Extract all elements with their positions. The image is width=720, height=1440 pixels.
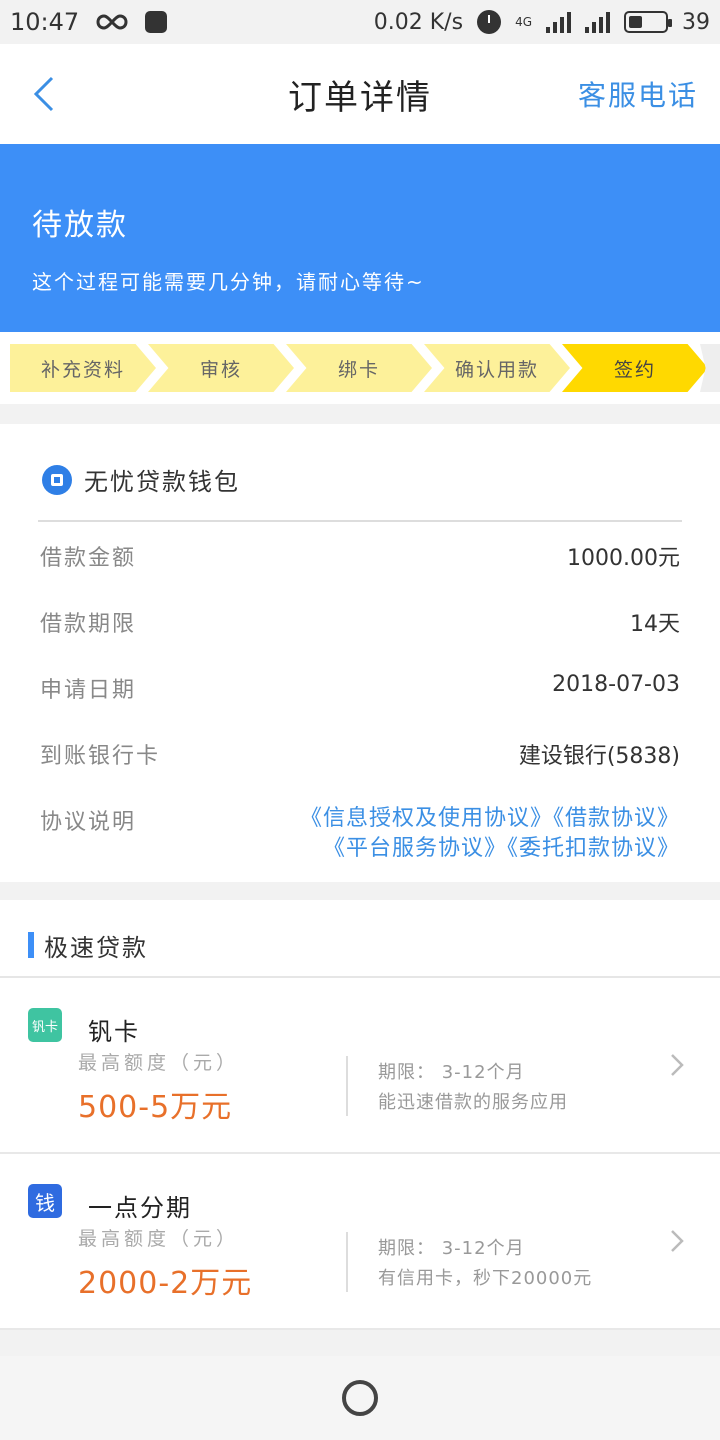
divider <box>0 1328 720 1330</box>
divider <box>346 1056 348 1116</box>
step-bind-card: 绑卡 <box>286 344 432 392</box>
loan-description: 能迅速借款的服务应用 <box>378 1092 568 1113</box>
row-amount: 借款金额 1000.00元 <box>40 540 680 572</box>
loan-amount: 500-5万元 <box>78 1090 233 1125</box>
row-label: 借款金额 <box>40 546 137 571</box>
net-speed: 0.02 K/s <box>373 9 464 35</box>
home-button[interactable] <box>342 1380 378 1416</box>
alarm-icon <box>477 10 502 34</box>
row-label: 到账银行卡 <box>40 744 161 769</box>
step-supplement: 补充资料 <box>10 344 156 392</box>
row-value: 建设银行(5838) <box>518 744 680 769</box>
status-banner: 待放款 这个过程可能需要几分钟，请耐心等待~ <box>0 144 720 332</box>
battery-icon <box>624 11 672 33</box>
row-value: 2018-07-03 <box>552 672 680 697</box>
row-label: 申请日期 <box>40 678 137 703</box>
qq-icon <box>145 11 168 33</box>
row-value: 1000.00元 <box>567 546 680 571</box>
progress-steps: 补充资料 审核 绑卡 确认用款 签约 <box>0 332 720 404</box>
product-name: 无忧贷款钱包 <box>84 468 240 496</box>
loan-term: 期限： 3-12个月 <box>378 1238 525 1259</box>
battery-fill <box>629 16 643 28</box>
agreement-link-platform[interactable]: 《平台服务协议》 <box>323 836 507 861</box>
banner-title: 待放款 <box>32 208 128 243</box>
agreement-link-auth[interactable]: 《信息授权及使用协议》 <box>300 806 553 831</box>
status-time: 10:47 <box>10 8 80 36</box>
section-accent-bar <box>28 932 34 958</box>
battery-percent: 39 <box>682 9 710 35</box>
customer-service-button[interactable]: 客服电话 <box>578 74 698 114</box>
step-sign: 签约 <box>562 344 708 392</box>
loan-name: 一点分期 <box>88 1194 192 1222</box>
system-nav-bar <box>0 1356 720 1440</box>
loan-item-yidian[interactable]: 钱 一点分期 最高额度（元） 2000-2万元 期限： 3-12个月 有信用卡，… <box>0 1154 720 1330</box>
row-label: 借款期限 <box>40 612 137 637</box>
infinity-icon <box>96 14 128 30</box>
step-confirm: 确认用款 <box>424 344 570 392</box>
fast-loan-section: 极速贷款 钒卡 钒卡 最高额度（元） 500-5万元 期限： 3-12个月 能迅… <box>0 900 720 1330</box>
loan-limit-label: 最高额度（元） <box>78 1052 240 1074</box>
agreement-link-loan[interactable]: 《借款协议》 <box>553 806 680 831</box>
nav-bar: 订单详情 客服电话 <box>0 44 720 144</box>
row-term: 借款期限 14天 <box>40 606 680 638</box>
status-bar: 10:47 0.02 K/s 4G 39 <box>0 0 720 44</box>
fanka-app-icon: 钒卡 <box>28 1008 62 1042</box>
loan-amount: 2000-2万元 <box>78 1266 253 1301</box>
banner-subtitle: 这个过程可能需要几分钟，请耐心等待~ <box>32 270 425 294</box>
row-bank-card: 到账银行卡 建设银行(5838) <box>40 738 680 770</box>
agreement-link-debit[interactable]: 《委托扣款协议》 <box>507 836 680 861</box>
row-value: 14天 <box>630 612 680 637</box>
divider <box>346 1232 348 1292</box>
loan-item-fanka[interactable]: 钒卡 钒卡 最高额度（元） 500-5万元 期限： 3-12个月 能迅速借款的服… <box>0 978 720 1154</box>
loan-term: 期限： 3-12个月 <box>378 1062 525 1083</box>
network-type: 4G <box>515 15 532 29</box>
section-header: 极速贷款 <box>0 900 720 978</box>
signal-icon-2 <box>585 11 610 33</box>
row-label: 协议说明 <box>40 810 137 835</box>
chevron-right-icon <box>671 1054 684 1076</box>
chevron-right-icon <box>671 1230 684 1252</box>
row-agreements: 协议说明 《信息授权及使用协议》《借款协议》 《平台服务协议》《委托扣款协议》 <box>40 804 680 864</box>
row-date: 申请日期 2018-07-03 <box>40 672 680 704</box>
agreement-links: 《信息授权及使用协议》《借款协议》 《平台服务协议》《委托扣款协议》 <box>300 804 680 864</box>
loan-limit-label: 最高额度（元） <box>78 1228 240 1250</box>
wallet-logo-icon <box>42 464 72 495</box>
section-title: 极速贷款 <box>44 934 148 962</box>
loan-description: 有信用卡，秒下20000元 <box>378 1268 593 1289</box>
step-review: 审核 <box>148 344 294 392</box>
signal-icon <box>546 11 571 33</box>
product-header: 无忧贷款钱包 <box>42 462 240 497</box>
divider <box>38 520 682 522</box>
loan-name: 钒卡 <box>88 1018 140 1046</box>
qian-app-icon: 钱 <box>28 1184 62 1218</box>
order-card: 无忧贷款钱包 借款金额 1000.00元 借款期限 14天 申请日期 2018-… <box>0 424 720 882</box>
